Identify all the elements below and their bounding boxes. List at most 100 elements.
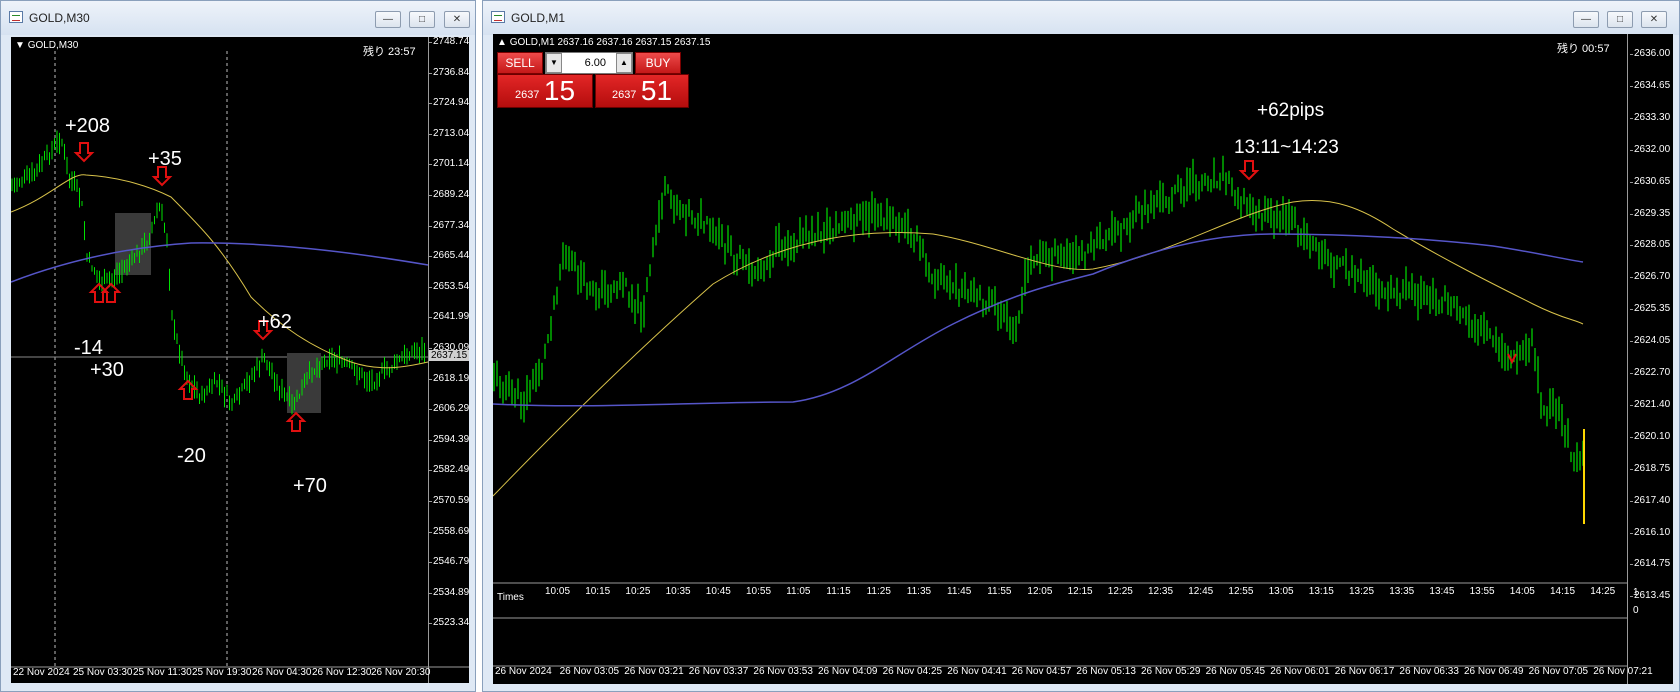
time-tick-label: 26 Nov 04:57 (1011, 666, 1072, 677)
close-button[interactable]: ✕ (1641, 11, 1667, 28)
time-tick-label: 26 Nov 03:53 (753, 666, 813, 677)
indicator-time-label: 13:35 (1389, 586, 1415, 597)
price-tick-label: 2641.99 (428, 311, 469, 323)
lot-decrease-button[interactable]: ▼ (546, 53, 562, 73)
indicator-time-label: 11:15 (826, 586, 851, 597)
time-tick-label: 26 Nov 06:49 (1464, 666, 1524, 677)
times-indicator-label: Times (497, 592, 524, 603)
price-tick-label: 2614.75 (1629, 558, 1671, 570)
chart-window-m30: GOLD,M30 — □ ✕ ▼ GOLD,M30 残り 23:57 2748.… (0, 0, 476, 692)
indicator-time-label: 11:05 (786, 586, 811, 597)
window-titlebar[interactable]: GOLD,M1 — □ ✕ (483, 1, 1679, 35)
chart-window-icon (9, 11, 23, 23)
price-tick-label: 2701.14 (428, 158, 469, 170)
indicator-time-label: 11:35 (906, 586, 932, 597)
indicator-scale-top: 1 (1633, 587, 1639, 598)
minimize-button[interactable]: — (375, 11, 401, 28)
lot-increase-button[interactable]: ▲ (616, 53, 632, 73)
buy-price-button[interactable]: 2637 51 (595, 74, 689, 108)
indicator-time-label: 12:05 (1027, 586, 1053, 597)
price-tick-label: 2634.65 (1629, 79, 1671, 91)
price-tick-label: 2677.34 (428, 219, 469, 231)
moving-average-slow (11, 242, 429, 283)
highlight-box (115, 213, 151, 275)
current-price-label: 2637.15 (429, 350, 469, 361)
window-title: GOLD,M30 (29, 11, 90, 25)
maximize-button[interactable]: □ (1607, 11, 1633, 28)
indicator-time-label: 12:35 (1148, 586, 1174, 597)
price-tick-label: 2618.19 (428, 372, 469, 384)
price-tick-label: 2616.10 (1629, 526, 1671, 538)
indicator-time-label: 12:15 (1067, 586, 1093, 597)
indicator-time-label: 14:25 (1590, 586, 1616, 597)
price-tick-label: 2748.74 (428, 37, 469, 47)
time-tick-label: 25 Nov 03:30 (73, 667, 133, 678)
time-tick-label: 26 Nov 04:09 (818, 666, 878, 677)
indicator-time-label: 11:25 (866, 586, 891, 597)
price-tick-label: 2736.84 (428, 66, 469, 78)
time-tick-label: 26 Nov 07:05 (1528, 666, 1589, 677)
minimize-button[interactable]: — (1573, 11, 1599, 28)
annotation-pips: +62pips (1257, 100, 1325, 121)
sell-price-small: 2637 (514, 89, 540, 101)
up-arrow-icon (100, 282, 122, 303)
close-button[interactable]: ✕ (444, 11, 470, 28)
indicator-time-label: 13:15 (1308, 586, 1334, 597)
price-tick-label: 2636.00 (1629, 48, 1671, 59)
indicator-time-label: 13:25 (1349, 586, 1375, 597)
price-tick-label: 2629.35 (1629, 207, 1671, 219)
time-tick-label: 26 Nov 20:30 (371, 667, 431, 678)
sell-button[interactable]: SELL (497, 52, 543, 74)
indicator-time-label: 12:25 (1107, 586, 1133, 597)
window-title: GOLD,M1 (511, 11, 566, 25)
time-tick-label: 26 Nov 04:25 (882, 666, 943, 677)
window-titlebar[interactable]: GOLD,M30 — □ ✕ (1, 1, 475, 35)
time-tick-label: 26 Nov 07:21 (1593, 666, 1653, 677)
price-tick-label: 2523.34 (428, 617, 469, 629)
annotation-plus30: +30 (90, 359, 124, 381)
indicator-time-label: 13:05 (1268, 586, 1294, 597)
time-tick-label: 26 Nov 05:29 (1141, 666, 1201, 677)
time-tick-label: 26 Nov 05:13 (1076, 666, 1136, 677)
indicator-time-label: 13:55 (1469, 586, 1495, 597)
indicator-time-label: 10:35 (665, 586, 691, 597)
price-tick-label: 2653.54 (428, 280, 469, 292)
price-tick-label: 2534.89 (428, 586, 469, 598)
price-tick-label: 2689.24 (428, 189, 469, 200)
annotation-plus208: +208 (65, 115, 111, 137)
indicator-time-label: 10:05 (545, 586, 571, 597)
chart-symbol-header: ▲ GOLD,M1 2637.16 2637.16 2637.15 2637.1… (497, 37, 711, 48)
price-tick-label: 2630.65 (1629, 175, 1671, 187)
price-tick-label: 2626.70 (1629, 271, 1671, 283)
indicator-scale-bottom: 0 (1633, 605, 1639, 616)
buy-button[interactable]: BUY (635, 52, 681, 74)
chart-area-m30[interactable]: ▼ GOLD,M30 残り 23:57 2748.74 2736.84 2724.9… (11, 37, 469, 683)
time-tick-label: 26 Nov 03:21 (624, 666, 684, 677)
price-tick-label: 2558.69 (428, 525, 469, 537)
price-tick-label: 2625.35 (1629, 303, 1671, 315)
up-arrow-icon (285, 411, 307, 432)
time-tick-label: 26 Nov 06:01 (1270, 666, 1330, 677)
price-tick-label: 2621.40 (1629, 398, 1671, 410)
indicator-time-label: 12:45 (1188, 586, 1214, 597)
sell-price-button[interactable]: 2637 15 (497, 74, 593, 108)
time-tick-label: 26 Nov 05:45 (1205, 666, 1266, 677)
price-tick-label: 2624.05 (1629, 335, 1671, 347)
chart-window-m1: GOLD,M1 — □ ✕ ▲ GOLD,M1 2637.16 2637.16 … (482, 0, 1680, 692)
price-tick-label: 2613.45 (1629, 590, 1671, 602)
indicator-time-label: 11:55 (987, 586, 1012, 597)
chart-area-m1[interactable]: ▲ GOLD,M1 2637.16 2637.16 2637.15 2637.1… (493, 34, 1673, 684)
price-tick-label: 2606.29 (428, 403, 469, 415)
indicator-time-label: 14:05 (1509, 586, 1535, 597)
price-tick-label: 2546.79 (428, 556, 469, 568)
price-tick-label: 2570.59 (428, 495, 469, 506)
up-arrow-icon (177, 379, 199, 400)
indicator-time-label: 11:45 (947, 586, 972, 597)
price-tick-label: 2724.94 (428, 97, 469, 109)
maximize-button[interactable]: □ (409, 11, 435, 28)
time-tick-label: 25 Nov 19:30 (192, 667, 252, 678)
price-tick-label: 2594.39 (428, 433, 469, 445)
chart-symbol-header: ▼ GOLD,M30 (15, 40, 79, 51)
time-tick-label: 26 Nov 04:41 (947, 666, 1007, 677)
price-tick-label: 2622.70 (1629, 367, 1671, 378)
